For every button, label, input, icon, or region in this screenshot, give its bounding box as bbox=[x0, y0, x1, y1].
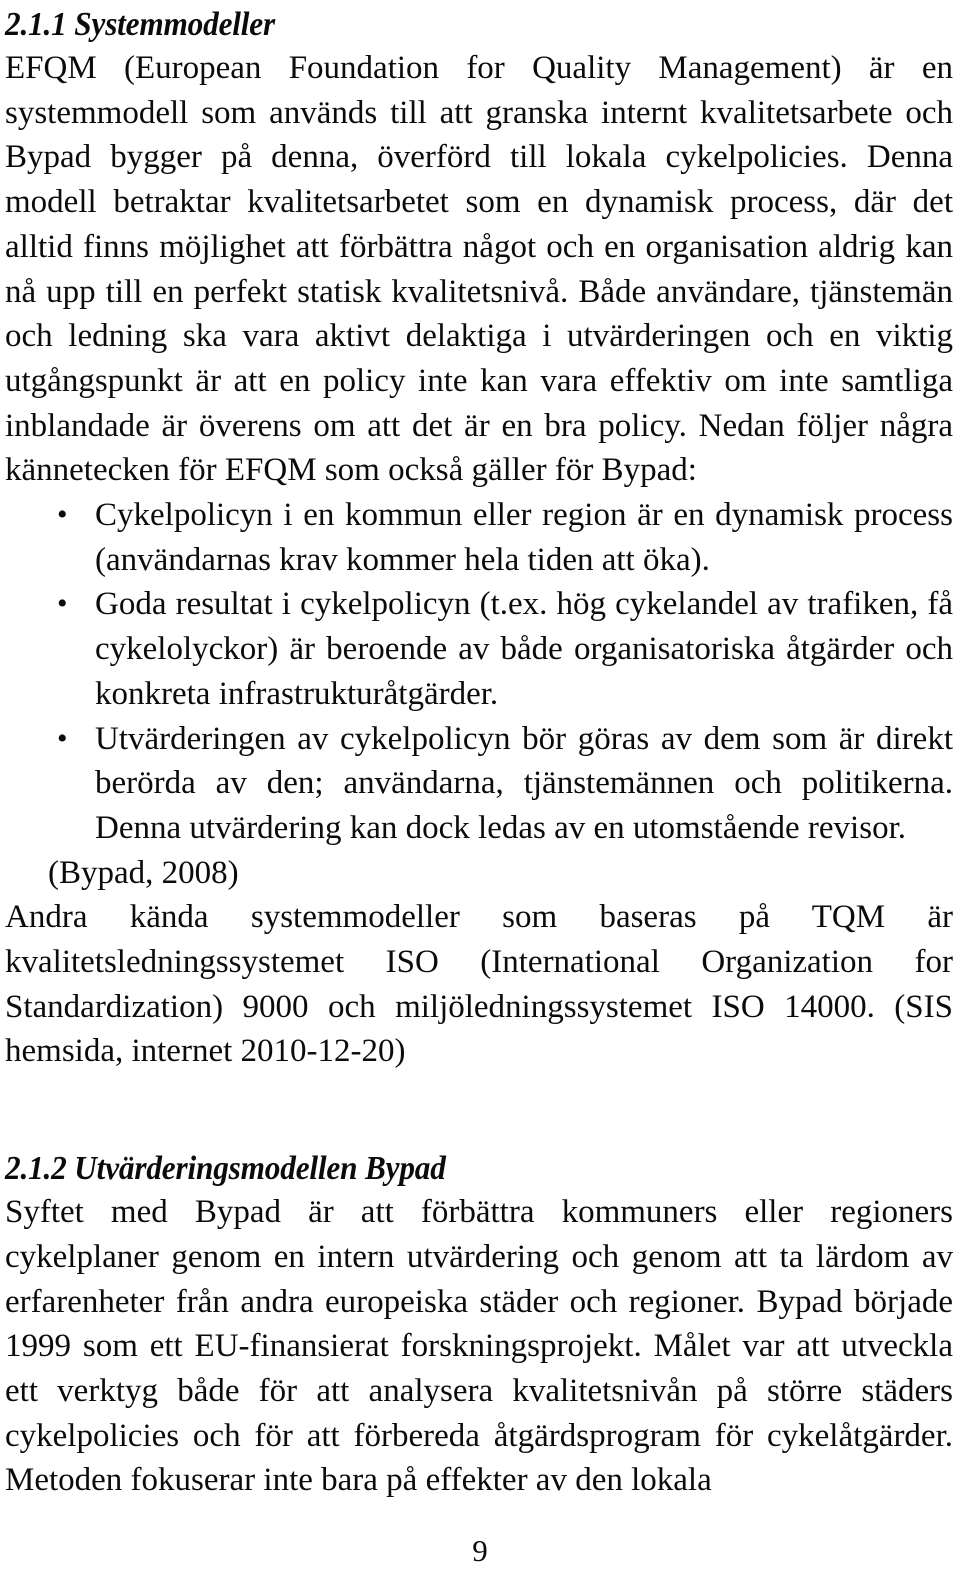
document-page: 2.1.1 Systemmodeller EFQM (European Foun… bbox=[0, 0, 960, 1578]
page-number: 9 bbox=[472, 1533, 488, 1568]
source-citation-bypad: (Bypad, 2008) bbox=[48, 854, 239, 891]
list-item-text: Goda resultat i cykelpolicyn (t.ex. hög … bbox=[95, 586, 953, 712]
page-content: 2.1.1 Systemmodeller EFQM (European Foun… bbox=[5, 0, 953, 1503]
list-item: • Cykelpolicyn i en kommun eller region … bbox=[5, 493, 953, 582]
section-heading-2-1-1: 2.1.1 Systemmodeller bbox=[5, 6, 275, 43]
bullet-icon: • bbox=[57, 498, 68, 532]
section-heading-block: 2.1.1 Systemmodeller bbox=[5, 4, 953, 46]
paragraph-other-system-models: Andra kända systemmodeller som baseras p… bbox=[5, 899, 953, 1070]
list-item: • Goda resultat i cykelpolicyn (t.ex. hö… bbox=[5, 582, 953, 716]
bullet-icon: • bbox=[57, 587, 68, 621]
list-item: • Utvärderingen av cykelpolicyn bör göra… bbox=[5, 717, 953, 851]
list-item-text: Cykelpolicyn i en kommun eller region är… bbox=[95, 497, 953, 578]
section-heading-block: 2.1.2 Utvärderingsmodellen Bypad bbox=[5, 1148, 953, 1190]
section-heading-2-1-2: 2.1.2 Utvärderingsmodellen Bypad bbox=[5, 1150, 446, 1188]
bullet-icon: • bbox=[57, 721, 68, 755]
list-item-text: Utvärderingen av cykelpolicyn bör göras … bbox=[95, 720, 953, 846]
paragraph-bypad-purpose: Syftet med Bypad är att förbättra kommun… bbox=[5, 1194, 953, 1499]
efqm-characteristics-list: • Cykelpolicyn i en kommun eller region … bbox=[5, 493, 953, 851]
paragraph-efqm-intro: EFQM (European Foundation for Quality Ma… bbox=[5, 50, 953, 489]
